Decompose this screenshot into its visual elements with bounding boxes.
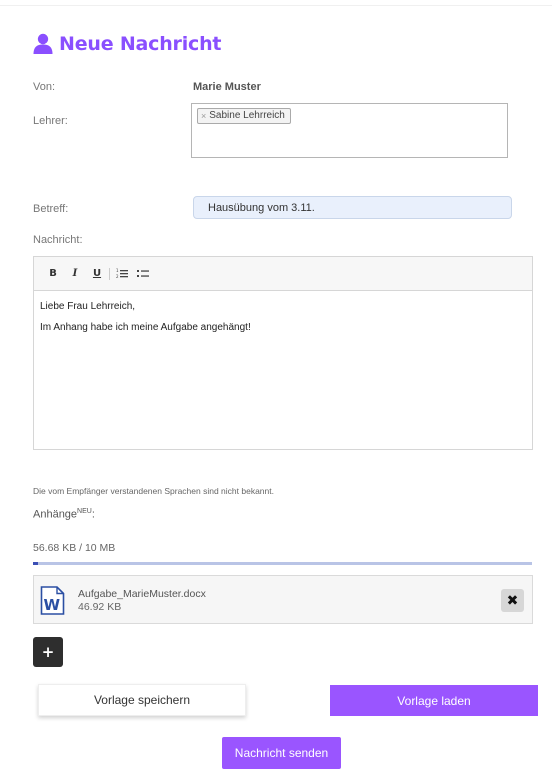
word-document-icon: W	[40, 586, 65, 615]
teacher-label: Lehrer:	[33, 115, 68, 127]
svg-text:1: 1	[116, 268, 119, 273]
message-editor[interactable]: B I U 1 2 Liebe Frau Lehrreich, Im Anhan…	[33, 256, 533, 450]
attachment-usage-fill	[33, 562, 38, 565]
attachment-filesize: 46.92 KB	[78, 601, 122, 613]
recipient-field[interactable]: × Sabine Lehrreich	[191, 103, 508, 158]
bold-button[interactable]: B	[45, 266, 61, 282]
attachment-file: W Aufgabe_MarieMuster.docx 46.92 KB ✖	[33, 575, 533, 624]
editor-toolbar: B I U 1 2	[34, 257, 532, 291]
plus-icon: +	[41, 643, 55, 661]
add-attachment-button[interactable]: +	[33, 637, 63, 667]
attachments-label: AnhängeNEU:	[33, 508, 95, 521]
message-line: Im Anhang habe ich meine Aufgabe angehän…	[40, 322, 251, 333]
subject-input[interactable]: Hausübung vom 3.11.	[193, 196, 512, 219]
recipient-chip[interactable]: × Sabine Lehrreich	[197, 108, 291, 124]
remove-recipient-icon[interactable]: ×	[201, 111, 206, 121]
editor-content[interactable]: Liebe Frau Lehrreich, Im Anhang habe ich…	[34, 291, 532, 353]
page-title-text: Neue Nachricht	[59, 33, 222, 55]
top-divider	[0, 0, 552, 6]
attachment-usage: 56.68 KB / 10 MB	[33, 542, 116, 554]
toolbar-divider	[109, 267, 110, 280]
delete-attachment-button[interactable]: ✖	[501, 589, 524, 612]
load-template-button[interactable]: Vorlage laden	[330, 685, 538, 716]
from-label: Von:	[33, 81, 56, 93]
attachment-usage-bar	[33, 562, 532, 565]
page-title: Neue Nachricht	[33, 33, 221, 55]
attachments-label-text: Anhänge	[33, 508, 78, 521]
language-note: Die vom Empfänger verstandenen Sprachen …	[33, 486, 274, 496]
close-icon: ✖	[506, 592, 519, 609]
attachments-label-suffix: :	[91, 508, 95, 521]
subject-label: Betreff:	[33, 203, 69, 215]
from-value: Marie Muster	[193, 81, 261, 93]
svg-text:W: W	[44, 596, 61, 614]
attachment-filename: Aufgabe_MarieMuster.docx	[78, 588, 206, 600]
new-badge: NEU	[77, 508, 92, 515]
send-message-button[interactable]: Nachricht senden	[222, 737, 341, 769]
bullet-list-icon[interactable]	[135, 266, 151, 282]
ordered-list-icon[interactable]: 1 2	[114, 266, 130, 282]
svg-text:2: 2	[116, 274, 119, 279]
italic-button[interactable]: I	[67, 266, 83, 282]
user-icon	[33, 33, 53, 54]
message-line: Liebe Frau Lehrreich,	[40, 301, 136, 312]
underline-button[interactable]: U	[89, 266, 105, 282]
message-label: Nachricht:	[33, 234, 83, 246]
save-template-button[interactable]: Vorlage speichern	[38, 684, 246, 716]
recipient-name: Sabine Lehrreich	[209, 110, 285, 121]
